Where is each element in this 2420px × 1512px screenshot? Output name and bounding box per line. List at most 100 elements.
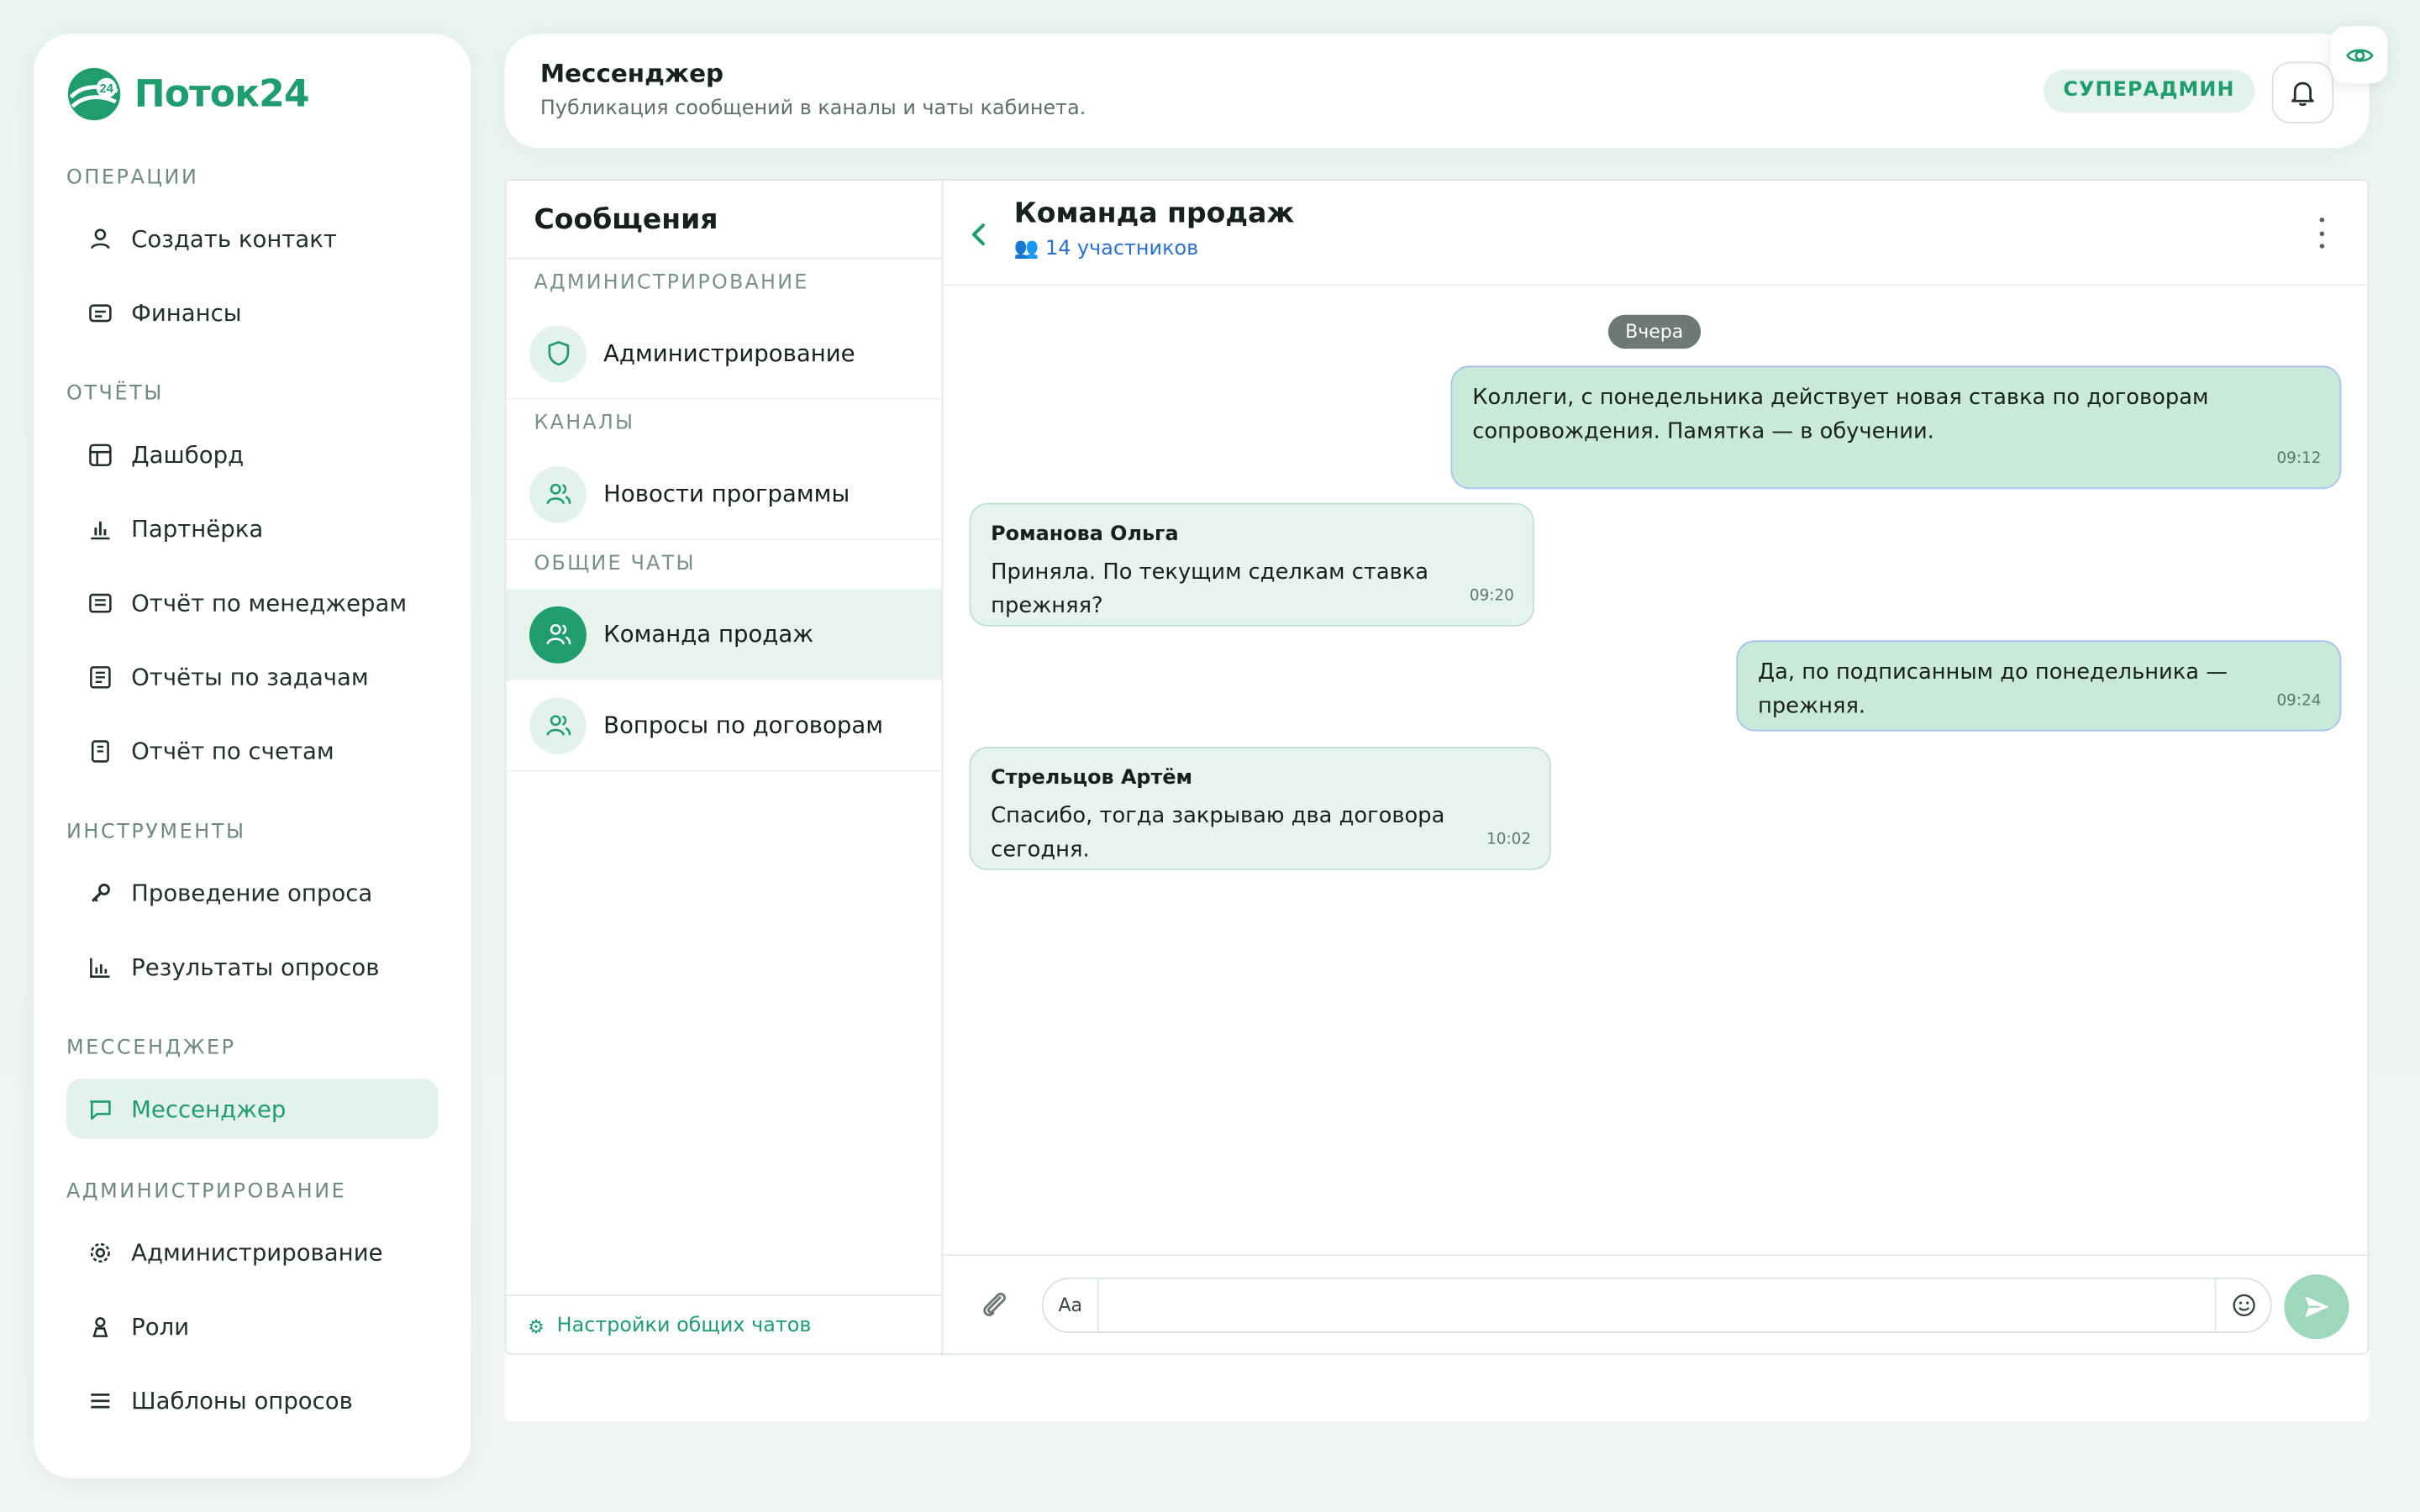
text-format-button[interactable]: Aa	[1044, 1278, 1099, 1332]
eye-icon	[2345, 48, 2373, 61]
sidebar-item-invoice-report[interactable]: Отчёт по счетам	[66, 721, 439, 781]
logo-mark-icon: 24	[67, 67, 121, 121]
chat-group-title: АДМИНИСТРИРОВАНИЕ	[534, 271, 809, 295]
chat-settings-link[interactable]: ⚙ Настройки общих чатов	[506, 1294, 942, 1356]
message-text: Спасибо, тогда закрываю два договора сег…	[991, 803, 1445, 863]
sidebar-item-run-survey[interactable]: Проведение опроса	[66, 863, 439, 923]
send-button[interactable]	[2284, 1274, 2349, 1340]
chat-avatar	[529, 605, 587, 663]
chat-avatar	[529, 696, 587, 754]
chat-name: Вопросы по договорам	[603, 711, 884, 739]
gear-icon	[88, 1240, 113, 1264]
chat-settings-label: Настройки общих чатов	[556, 1314, 812, 1338]
sidebar-item-label: Администрирование	[131, 1237, 383, 1267]
chat-avatar	[529, 324, 587, 382]
sidebar-item-label: Финансы	[131, 298, 242, 327]
sidebar-item-label: Партнёрка	[131, 514, 264, 543]
nav-section-title: ИНСТРУМЕНТЫ	[66, 821, 246, 844]
emoji-button[interactable]	[2214, 1278, 2270, 1332]
logo-text: Поток24	[134, 72, 310, 116]
message-text: Приняла. По текущим сделкам ставка прежн…	[991, 559, 1429, 619]
notifications-button[interactable]	[2271, 61, 2334, 123]
bell-icon	[2291, 81, 2314, 107]
chat-area: Команда продаж 👥 14 участников Вчера Кол…	[943, 181, 2371, 1357]
message-time: 09:20	[1469, 587, 1514, 606]
person-icon	[88, 1314, 113, 1338]
chat-name: Новости программы	[603, 480, 850, 508]
sidebar-item-label: Отчёты по задачам	[131, 662, 369, 690]
sidebar-item-manager-report[interactable]: Отчёт по менеджерам	[66, 572, 439, 633]
nav-section-operations: ОПЕРАЦИИ Создать контакт Финансы	[66, 164, 439, 343]
sidebar-item-label: Шаблоны опросов	[131, 1386, 353, 1415]
wallet-icon	[88, 300, 113, 324]
date-separator: Вчера	[1607, 314, 1701, 349]
sidebar-item-messenger[interactable]: Мессенджер	[66, 1078, 439, 1139]
sidebar-item-survey-templates[interactable]: Шаблоны опросов	[66, 1370, 439, 1431]
chat-group-title: КАНАЛЫ	[534, 412, 635, 435]
chat-item-administration[interactable]: Администрирование	[506, 308, 942, 400]
sidebar-item-label: Создать контакт	[131, 224, 337, 253]
nav-section-title: ОТЧЁТЫ	[66, 382, 164, 407]
message-text: Да, по подписанным до понедельника — пре…	[1758, 660, 2228, 719]
shield-icon	[547, 341, 569, 366]
sidebar-item-label: Роли	[131, 1312, 190, 1341]
chart-icon	[88, 954, 113, 979]
sidebar-item-label: Мессенджер	[131, 1095, 287, 1123]
message-incoming: Стрельцов Артём Спасибо, тогда закрываю …	[969, 746, 1551, 870]
gear-icon: ⚙	[528, 1315, 544, 1337]
sidebar-item-administration[interactable]: Администрирование	[66, 1222, 439, 1283]
nav-section-title: АДМИНИСТРИРОВАНИЕ	[66, 1180, 347, 1204]
app-root: 24 Поток24 ОПЕРАЦИИ Создать контакт Фина…	[0, 0, 2420, 1512]
chat-title: Команда продаж	[1013, 197, 1295, 230]
sidebar-item-dashboard[interactable]: Дашборд	[66, 424, 439, 485]
users-icon	[545, 623, 571, 645]
nav-section-title: МЕССЕНДЖЕР	[66, 1037, 236, 1060]
chat-list: Сообщения АДМИНИСТРИРОВАНИЕ Администриро…	[506, 180, 944, 1357]
message-outgoing: Коллеги, с понедельника действует новая …	[1450, 365, 2342, 490]
paperclip-icon[interactable]	[977, 1287, 1011, 1324]
chat-item-contract-questions[interactable]: Вопросы по договорам	[506, 680, 942, 772]
sidebar-item-roles[interactable]: Роли	[66, 1296, 439, 1357]
chat-item-program-news[interactable]: Новости программы	[506, 449, 942, 540]
logo[interactable]: 24 Поток24	[66, 66, 310, 122]
tasks-report-icon	[88, 664, 113, 689]
page-subtitle: Публикация сообщений в каналы и чаты каб…	[539, 97, 1086, 121]
message-input[interactable]	[1100, 1278, 2215, 1332]
preview-toggle-button[interactable]	[2330, 26, 2388, 84]
chat-item-sales-team[interactable]: Команда продаж	[506, 589, 942, 681]
chat-members-link[interactable]: 👥 14 участников	[1014, 238, 1198, 261]
smile-icon	[2232, 1294, 2254, 1317]
sidebar-item-create-contact[interactable]: Создать контакт	[66, 208, 439, 269]
users-icon	[545, 483, 571, 505]
nav-section-reports: ОТЧЁТЫ Дашборд Партнёрка Отчёт по менедж…	[66, 380, 439, 781]
chat-menu-icon[interactable]	[2312, 212, 2330, 255]
sidebar-item-survey-results[interactable]: Результаты опросов	[66, 937, 439, 997]
message-time: 10:02	[1486, 832, 1532, 849]
receipt-icon	[88, 738, 113, 763]
svg-text:24: 24	[100, 82, 114, 96]
sidebar-item-partner[interactable]: Партнёрка	[66, 498, 439, 559]
message-outgoing: Да, по подписанным до понедельника — пре…	[1736, 640, 2342, 732]
nav-section-title: ОПЕРАЦИИ	[66, 166, 199, 190]
sidebar-item-tasks-report[interactable]: Отчёты по задачам	[66, 647, 439, 707]
role-badge: СУПЕРАДМИН	[2043, 69, 2255, 113]
sidebar-item-label: Проведение опроса	[131, 879, 373, 907]
message-input-wrapper: Aa	[1041, 1277, 2272, 1333]
message-time: 09:24	[2276, 692, 2322, 710]
page-header: Мессенджер Публикация сообщений в каналы…	[504, 34, 2370, 149]
back-arrow-icon[interactable]	[965, 218, 992, 251]
sidebar-item-finance[interactable]: Финансы	[66, 282, 439, 343]
sidebar: 24 Поток24 ОПЕРАЦИИ Создать контакт Фина…	[34, 34, 471, 1478]
message-time: 09:12	[2276, 450, 2322, 468]
chat-name: Администрирование	[603, 339, 855, 368]
nav-section-admin: АДМИНИСТРИРОВАНИЕ Администрирование Роли…	[66, 1177, 439, 1430]
message-list: Вчера Коллеги, с понедельника действует …	[943, 287, 2370, 1253]
users-icon	[545, 715, 571, 736]
page-title: Мессенджер	[539, 58, 724, 88]
bar-chart-icon	[88, 516, 113, 540]
message-author: Романова Ольга	[991, 522, 1179, 547]
sidebar-item-label: Отчёт по счетам	[131, 737, 334, 765]
messenger-frame: Сообщения АДМИНИСТРИРОВАНИЕ Администриро…	[504, 179, 2371, 1357]
message-author: Стрельцов Артём	[991, 766, 1193, 790]
list-icon	[88, 1388, 113, 1412]
